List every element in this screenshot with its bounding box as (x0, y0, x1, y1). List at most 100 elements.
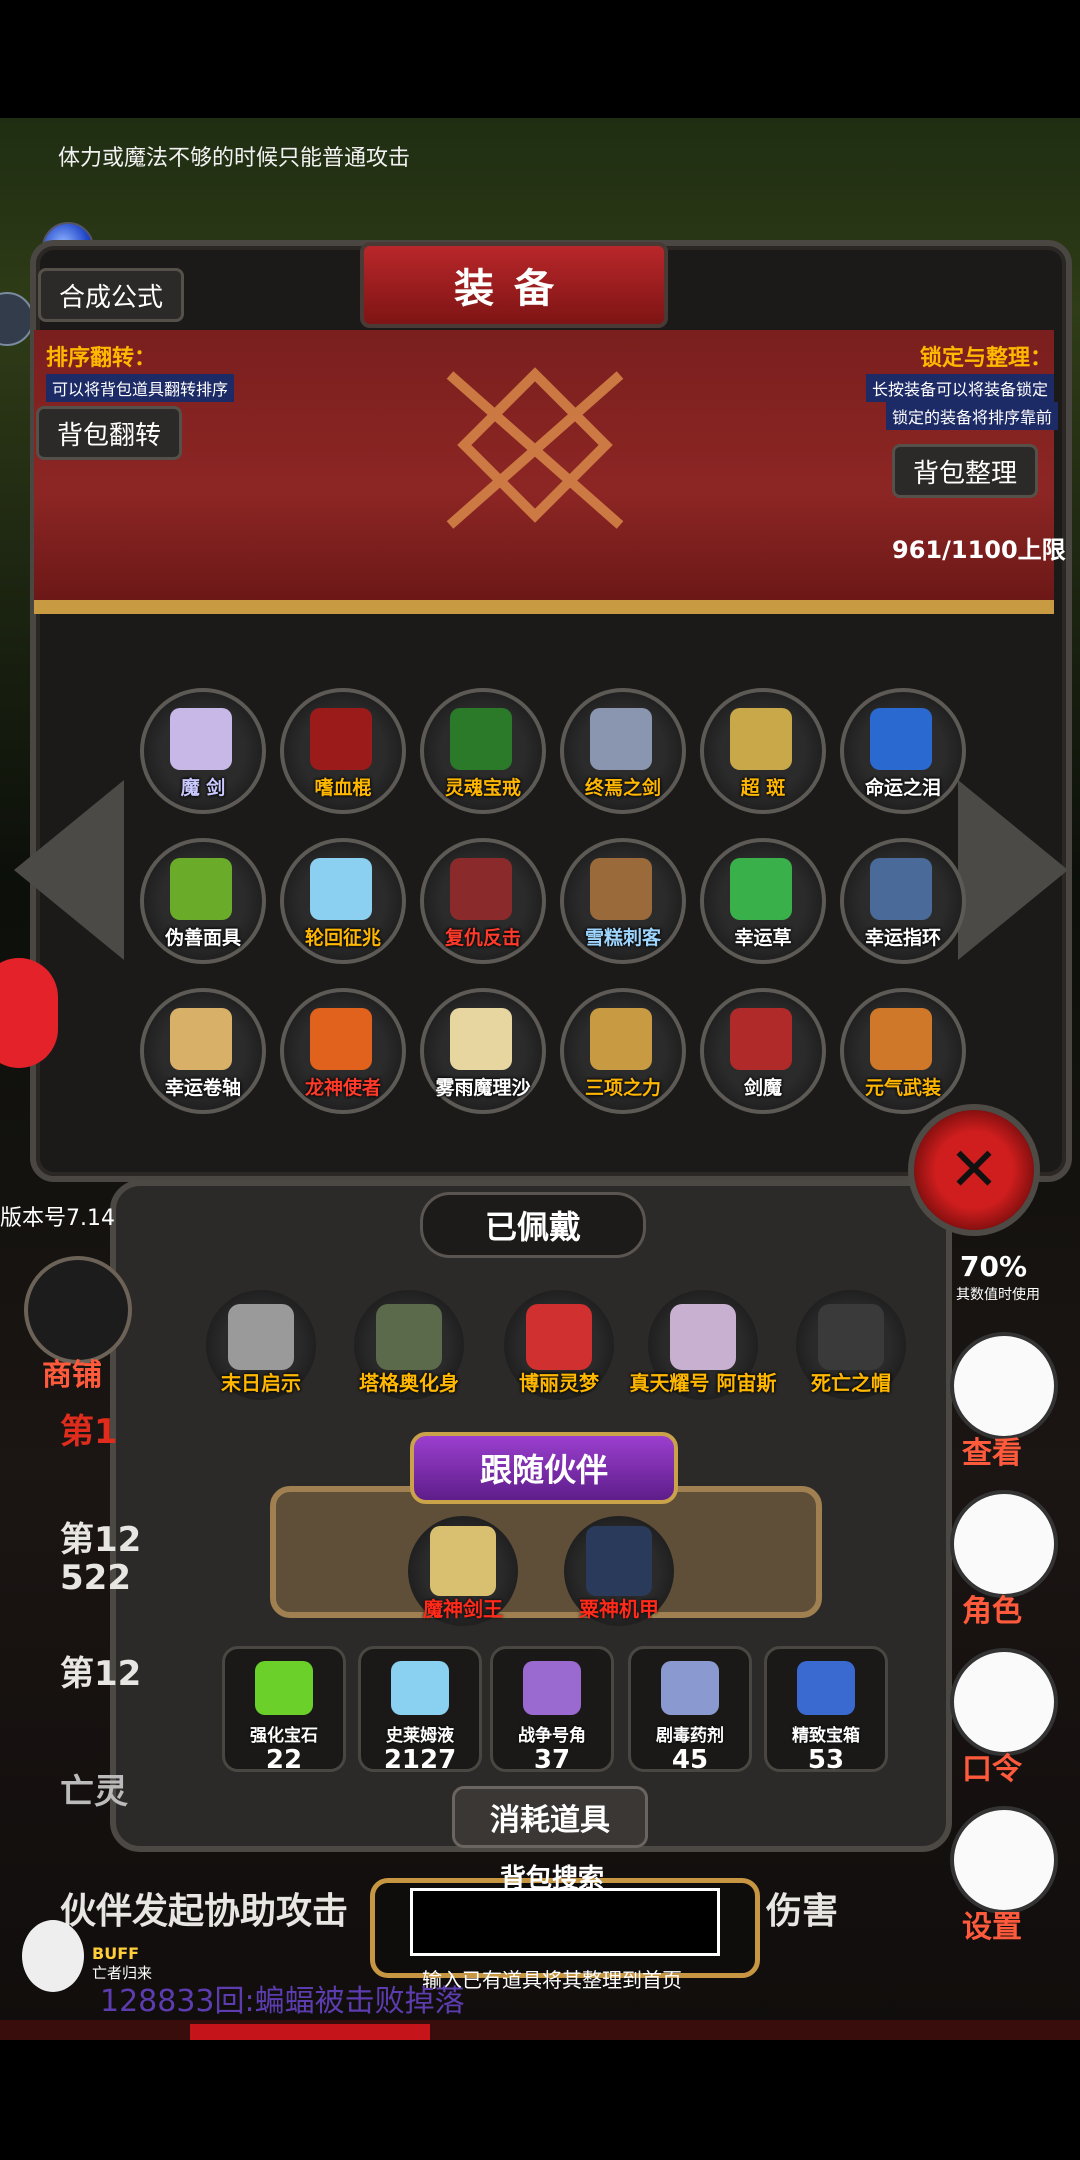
consumable-icon (661, 1661, 719, 1715)
item-icon (870, 708, 932, 770)
buff-label: BUFF (92, 1944, 140, 1963)
consumable-item[interactable]: 强化宝石 22 (222, 1646, 346, 1775)
consumable-icon (797, 1661, 855, 1715)
shop-icon[interactable] (24, 1256, 132, 1364)
shop-label[interactable]: 商铺 (42, 1350, 102, 1394)
equipped-item[interactable]: 末日启示 (206, 1290, 316, 1400)
close-button[interactable]: ✕ (908, 1104, 1040, 1236)
equipment-item[interactable]: 超 斑 (700, 688, 826, 814)
item-icon (170, 858, 232, 920)
log-line: 128833回:蝙蝠被击败掉落 (100, 1984, 465, 2019)
item-label: 嗜血棍 (314, 777, 372, 799)
organize-button[interactable]: 背包整理 (892, 444, 1039, 498)
flip-button[interactable]: 背包翻转 (36, 406, 183, 460)
equipment-item[interactable]: 幸运草 (700, 838, 826, 964)
item-label: 死亡之帽 (811, 1371, 891, 1395)
item-icon (590, 858, 652, 920)
side-button-label[interactable]: 设置 (962, 1902, 1022, 1946)
item-icon (730, 1008, 792, 1070)
bottom-progress-fill (190, 2024, 430, 2040)
hooded-figure-icon[interactable] (950, 1490, 1058, 1598)
consumable-item[interactable]: 战争号角 37 (490, 1646, 614, 1775)
item-label: 复仇反击 (444, 927, 521, 949)
item-icon (450, 708, 512, 770)
equipment-item[interactable]: 龙神使者 (280, 988, 406, 1114)
equipped-item[interactable]: 死亡之帽 (796, 1290, 906, 1400)
search-input[interactable] (410, 1888, 720, 1956)
buff-subtitle: 亡者归来 (92, 1964, 153, 1982)
item-label: 魔 剑 (180, 777, 226, 799)
gear-icon[interactable] (950, 1806, 1058, 1914)
consumable-icon (391, 1661, 449, 1715)
equipment-item[interactable]: 终焉之剑 (560, 688, 686, 814)
companion-icon (430, 1526, 496, 1596)
item-icon (228, 1304, 294, 1370)
item-label: 伪善面具 (164, 927, 241, 949)
log-line-top: 第1 (60, 1412, 118, 1452)
equipped-item[interactable]: 真天耀号 阿宙斯 (630, 1290, 776, 1400)
equipment-item[interactable]: 魔 剑 (140, 688, 266, 814)
side-button-label[interactable]: 角色 (962, 1586, 1022, 1630)
item-icon (310, 708, 372, 770)
equipped-item[interactable]: 博丽灵梦 (504, 1290, 614, 1400)
equipped-item[interactable]: 塔格奥化身 (354, 1290, 464, 1400)
companion-item[interactable]: 魔神剑王 (408, 1516, 518, 1626)
consumable-label: 精致宝箱 (792, 1726, 860, 1746)
side-button-label[interactable]: 口令 (962, 1744, 1022, 1788)
consumable-item[interactable]: 剧毒药剂 45 (628, 1646, 752, 1775)
item-label: 命运之泪 (864, 777, 941, 799)
equipment-item[interactable]: 命运之泪 (840, 688, 966, 814)
item-icon (730, 708, 792, 770)
crossed-swords-emblem (446, 367, 624, 529)
item-label: 真天耀号 阿宙斯 (629, 1371, 777, 1395)
item-label: 终焉之剑 (584, 777, 661, 799)
item-icon (870, 858, 932, 920)
item-label: 剑魔 (743, 1077, 782, 1099)
log-line: 亡灵 (60, 1772, 128, 1812)
bottom-progress-bar (0, 2020, 1080, 2040)
consumable-icon (255, 1661, 313, 1715)
item-label: 雪糕刺客 (584, 927, 661, 949)
consumable-label: 剧毒药剂 (656, 1726, 724, 1746)
consumable-item[interactable]: 史莱姆液 2127 (358, 1646, 482, 1775)
item-label: 末日启示 (221, 1371, 301, 1395)
companion-label: 粟神机甲 (579, 1597, 659, 1621)
book-icon[interactable] (950, 1648, 1058, 1756)
side-button-label[interactable]: 查看 (962, 1428, 1022, 1472)
lock-description-1: 长按装备可以将装备锁定 (866, 374, 1055, 402)
equipment-item[interactable]: 嗜血棍 (280, 688, 406, 814)
equipped-title: 已佩戴 (420, 1192, 646, 1258)
equipment-item[interactable]: 复仇反击 (420, 838, 546, 964)
equipment-item[interactable]: 元气武装 (840, 988, 966, 1114)
prev-page-arrow[interactable] (14, 780, 124, 960)
equipment-item[interactable]: 幸运卷轴 (140, 988, 266, 1114)
item-label: 幸运草 (734, 927, 792, 949)
log-line: 伤害 (766, 1891, 839, 1932)
equipment-item[interactable]: 伪善面具 (140, 838, 266, 964)
recipes-button[interactable]: 合成公式 (38, 268, 185, 322)
equipment-item[interactable]: 雾雨魔理沙 (420, 988, 546, 1114)
item-icon (450, 1008, 512, 1070)
consumable-item[interactable]: 精致宝箱 53 (764, 1646, 888, 1775)
equipment-item[interactable]: 雪糕刺客 (560, 838, 686, 964)
lock-description-2: 锁定的装备将排序靠前 (886, 402, 1059, 430)
equipment-item[interactable]: 轮回征兆 (280, 838, 406, 964)
skull-buff-icon[interactable] (22, 1920, 84, 1992)
item-icon (310, 858, 372, 920)
log-line: 第12 (60, 1654, 142, 1694)
item-icon (870, 1008, 932, 1070)
equipment-item[interactable]: 剑魔 (700, 988, 826, 1114)
companion-item[interactable]: 粟神机甲 (564, 1516, 674, 1626)
item-label: 龙神使者 (304, 1077, 381, 1099)
consumable-label: 战争号角 (518, 1726, 586, 1746)
hint-text: 体力或魔法不够的时候只能普通攻击 (58, 146, 411, 171)
item-icon (170, 1008, 232, 1070)
dice-icon[interactable] (950, 1332, 1058, 1440)
log-line: 伙伴发起协助攻击 (60, 1891, 349, 1932)
equipment-item[interactable]: 三项之力 (560, 988, 686, 1114)
equipment-item[interactable]: 幸运指环 (840, 838, 966, 964)
item-icon (670, 1304, 736, 1370)
companion-label: 魔神剑王 (423, 1597, 503, 1621)
equipment-item[interactable]: 灵魂宝戒 (420, 688, 546, 814)
avatar-icon[interactable] (0, 958, 58, 1068)
